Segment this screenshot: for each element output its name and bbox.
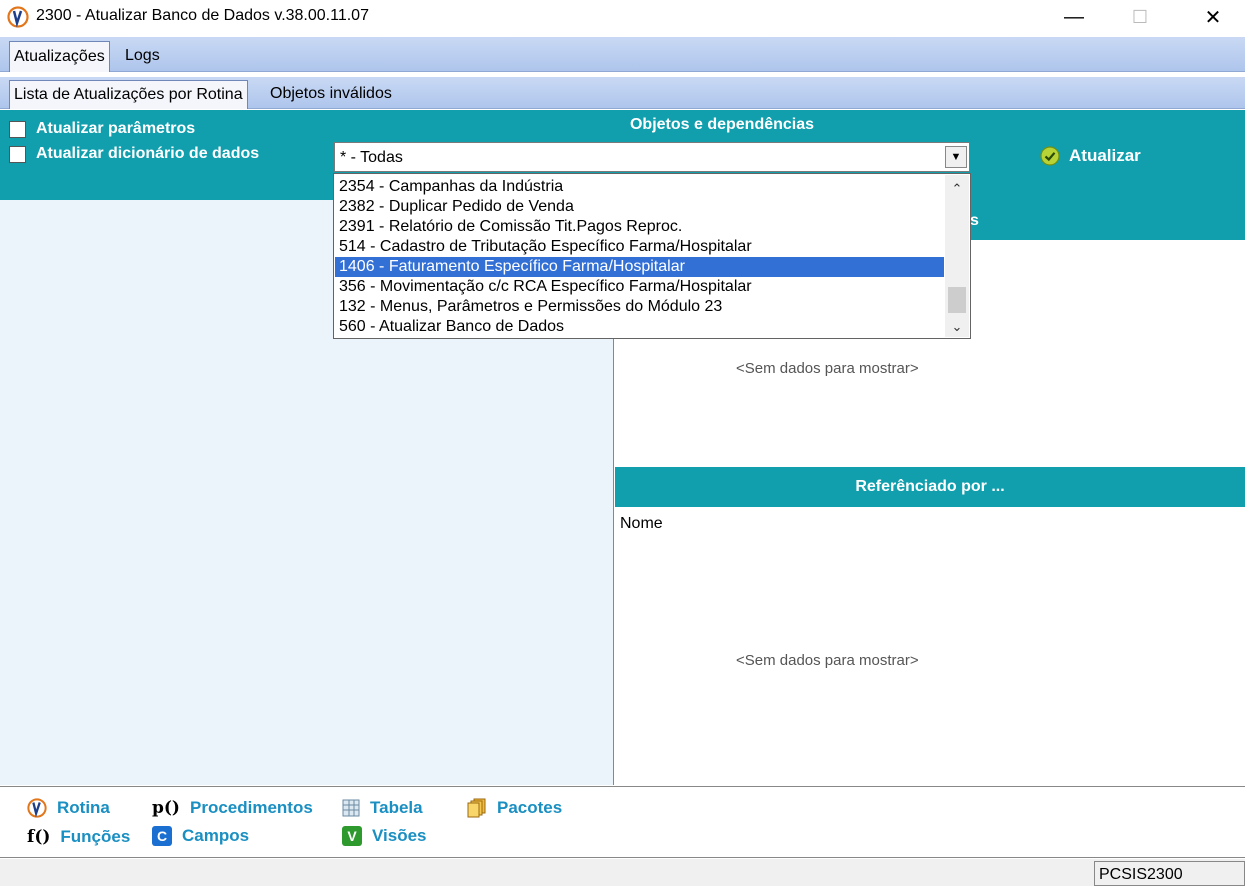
status-bar: PCSIS2300 (0, 859, 1245, 886)
function-icon: f() (27, 827, 51, 847)
minimize-button[interactable]: — (1044, 0, 1104, 34)
close-button[interactable]: ✕ (1183, 0, 1243, 34)
legend-visoes: V Visões (342, 826, 427, 846)
update-params-checkbox[interactable] (9, 120, 26, 138)
objects-heading: Objetos e dependências (629, 116, 815, 133)
legend-campos-label: Campos (182, 826, 250, 845)
update-dictionary-checkbox[interactable] (9, 145, 26, 163)
referenced-by-header: Referênciado por ... (615, 467, 1245, 507)
app-logo-icon (7, 6, 29, 28)
table-icon (342, 799, 360, 817)
procedure-icon: p() (152, 798, 180, 818)
scroll-up-icon[interactable]: ⌃ (945, 179, 969, 199)
update-dictionary-checkbox-row[interactable]: Atualizar dicionário de dados (9, 145, 259, 163)
legend-pacotes-label: Pacotes (497, 798, 563, 817)
field-icon: C (152, 826, 172, 846)
referenced-by-grid[interactable] (615, 507, 1245, 785)
scroll-down-icon[interactable]: ⌄ (945, 317, 969, 337)
tab-objetos-invalidos[interactable]: Objetos inválidos (266, 80, 396, 109)
package-icon (467, 798, 486, 818)
combobox-value: * - Todas (340, 149, 403, 166)
dropdown-item[interactable]: 2382 - Duplicar Pedido de Venda (335, 197, 944, 217)
scrollbar-thumb[interactable] (948, 287, 966, 313)
dropdown-item[interactable]: 2354 - Campanhas da Indústria (335, 177, 944, 197)
dropdown-scrollbar[interactable]: ⌃ ⌄ (945, 175, 969, 337)
update-params-label: Atualizar parâmetros (36, 120, 196, 137)
window-title: 2300 - Atualizar Banco de Dados v.38.00.… (36, 7, 369, 24)
dropdown-item[interactable]: 514 - Cadastro de Tributação Específico … (335, 237, 944, 257)
update-params-checkbox-row[interactable]: Atualizar parâmetros (9, 120, 195, 138)
column-header-nome[interactable]: Nome (620, 515, 663, 533)
dropdown-item[interactable]: 2391 - Relatório de Comissão Tit.Pagos R… (335, 217, 944, 237)
objects-combobox[interactable]: * - Todas ▼ (334, 142, 970, 172)
sub-tab-strip: Lista de Atualizações por Rotina Objetos… (0, 77, 1245, 109)
maximize-button[interactable]: ☐ (1110, 0, 1170, 34)
routine-icon (27, 798, 47, 818)
view-icon: V (342, 826, 362, 846)
legend-visoes-label: Visões (372, 826, 427, 845)
update-dictionary-label: Atualizar dicionário de dados (36, 145, 260, 162)
dropdown-item-selected[interactable]: 1406 - Faturamento Específico Farma/Hosp… (335, 257, 944, 277)
update-button-label: Atualizar (1069, 146, 1141, 165)
update-button[interactable]: Atualizar (1040, 146, 1141, 166)
status-panel: PCSIS2300 (1094, 861, 1245, 886)
check-icon (1040, 146, 1060, 166)
objects-dropdown-list[interactable]: 2354 - Campanhas da Indústria 2382 - Dup… (333, 173, 971, 339)
legend-tabela: Tabela (342, 798, 423, 818)
chevron-down-icon: ▼ (950, 151, 962, 163)
dropdown-item[interactable]: 560 - Atualizar Banco de Dados (335, 317, 944, 337)
title-bar: 2300 - Atualizar Banco de Dados v.38.00.… (0, 0, 1245, 34)
tab-lista-atualizacoes[interactable]: Lista de Atualizações por Rotina (9, 80, 248, 109)
tab-logs[interactable]: Logs (121, 41, 164, 72)
legend-panel: Rotina p() Procedimentos Tabela Pacotes … (0, 786, 1245, 858)
dependencies-empty-text: <Sem dados para mostrar> (736, 360, 919, 377)
legend-pacotes: Pacotes (467, 798, 562, 818)
tab-atualizacoes[interactable]: Atualizações (9, 41, 110, 72)
combobox-dropdown-button[interactable]: ▼ (945, 146, 967, 168)
dropdown-item[interactable]: 132 - Menus, Parâmetros e Permissões do … (335, 297, 944, 317)
referenced-by-empty-text: <Sem dados para mostrar> (736, 652, 919, 669)
legend-procedimentos: p() Procedimentos (152, 798, 313, 818)
legend-tabela-label: Tabela (370, 798, 423, 817)
legend-funcoes-label: Funções (60, 827, 131, 846)
legend-procedimentos-label: Procedimentos (189, 798, 313, 817)
legend-rotina-label: Rotina (57, 798, 110, 817)
legend-rotina: Rotina (27, 798, 110, 818)
legend-campos: C Campos (152, 826, 249, 846)
main-tab-strip: Atualizações Logs (0, 37, 1245, 72)
dropdown-item[interactable]: 356 - Movimentação c/c RCA Específico Fa… (335, 277, 944, 297)
dependencies-header-text: s (970, 212, 979, 229)
legend-funcoes: f() Funções (27, 827, 130, 847)
